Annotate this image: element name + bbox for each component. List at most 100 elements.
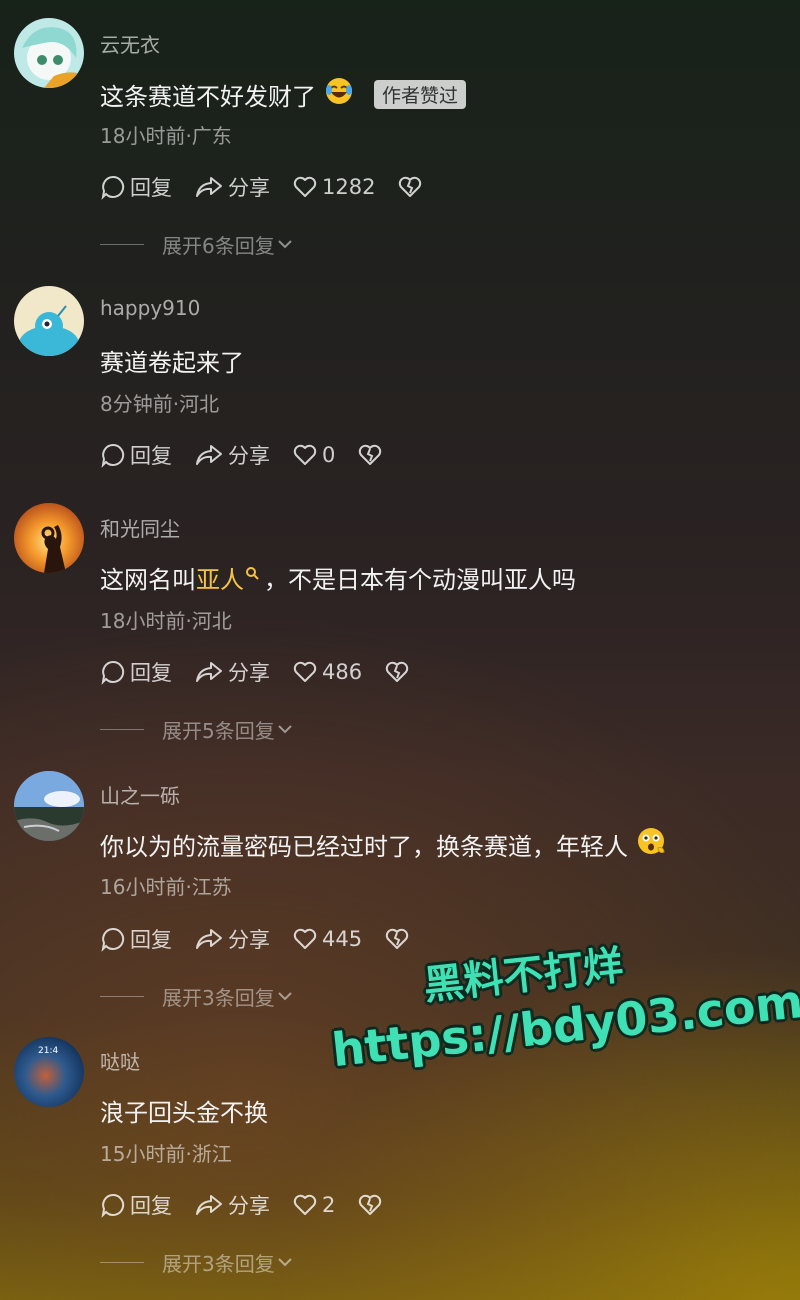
like-count: 2	[322, 1193, 336, 1217]
like-button[interactable]: 1282	[292, 174, 375, 200]
comment-text: 这条赛道不好发财了 作者赞过	[100, 76, 467, 112]
avatar[interactable]	[14, 18, 84, 88]
expand-replies-label: 展开5条回复	[162, 718, 275, 743]
share-arrow-icon	[196, 662, 222, 682]
comment-text-content: 这条赛道不好发财了	[100, 82, 316, 111]
broken-heart-icon	[359, 1194, 382, 1215]
username[interactable]: 云无衣	[100, 29, 160, 58]
expand-replies-button[interactable]: 展开3条回复	[100, 1247, 295, 1277]
chevron-down-icon	[278, 1258, 292, 1267]
reply-button[interactable]: 回复	[100, 1190, 172, 1220]
username[interactable]: 哒哒	[100, 1046, 140, 1075]
laughing-emoji-icon	[324, 76, 354, 112]
avatar[interactable]	[14, 286, 84, 356]
broken-heart-icon	[385, 661, 409, 682]
divider	[100, 243, 144, 245]
comment-text: 赛道卷起来了	[100, 343, 244, 378]
expand-replies-button[interactable]: 展开6条回复	[100, 229, 295, 259]
share-button[interactable]: 分享	[194, 440, 270, 470]
like-count: 486	[322, 660, 363, 684]
reply-label: 回复	[130, 1194, 172, 1218]
dislike-button[interactable]	[397, 174, 427, 200]
share-arrow-icon	[196, 1195, 222, 1215]
dislike-button[interactable]	[384, 659, 414, 685]
chevron-down-icon	[278, 240, 292, 249]
reply-button[interactable]: 回复	[100, 924, 172, 954]
heart-icon	[293, 176, 317, 197]
watermark: 黑料不打烊 https://bdy03.com	[310, 886, 800, 1084]
share-arrow-icon	[196, 445, 222, 465]
search-icon[interactable]	[244, 565, 260, 581]
reply-label: 回复	[130, 661, 172, 685]
comment-actions: 回复 分享 486	[100, 657, 436, 687]
username[interactable]: happy910	[100, 296, 200, 320]
comment-text-content: 浪子回头金不换	[100, 1099, 268, 1127]
username[interactable]: 山之一砾	[100, 780, 180, 809]
broken-heart-icon	[399, 176, 422, 197]
share-button[interactable]: 分享	[194, 657, 270, 687]
avatar[interactable]: 21:4	[14, 1037, 84, 1107]
comment-text-after: ，不是日本有个动漫叫亚人吗	[264, 566, 576, 594]
share-label: 分享	[228, 1194, 270, 1218]
comment-text-before: 这网名叫	[100, 566, 196, 594]
like-button[interactable]: 486	[292, 659, 362, 685]
author-liked-badge: 作者赞过	[374, 79, 467, 109]
comment-text: 这网名叫 亚人 ，不是日本有个动漫叫亚人吗	[100, 560, 576, 595]
comment-actions: 回复 分享 0	[100, 440, 409, 470]
comment-text-content: 你以为的流量密码已经过时了，换条赛道，年轻人	[100, 832, 628, 861]
share-arrow-icon	[196, 177, 222, 197]
reply-button[interactable]: 回复	[100, 657, 172, 687]
comment-meta: 15小时前·浙江	[100, 1142, 232, 1166]
expand-replies-label: 展开6条回复	[162, 233, 275, 258]
flushed-emoji-icon	[636, 826, 666, 862]
divider	[100, 995, 144, 997]
broken-heart-icon	[359, 444, 382, 465]
reply-bubble-icon	[101, 660, 125, 685]
share-arrow-icon	[196, 929, 222, 949]
like-count: 1282	[322, 175, 376, 199]
expand-replies-button[interactable]: 展开5条回复	[100, 714, 295, 744]
username[interactable]: 和光同尘	[100, 513, 180, 542]
chevron-down-icon	[278, 992, 292, 1001]
search-link[interactable]: 亚人	[196, 560, 244, 595]
avatar[interactable]	[14, 503, 84, 573]
reply-button[interactable]: 回复	[100, 440, 172, 470]
heart-icon	[293, 444, 317, 465]
expand-replies-button[interactable]: 展开3条回复	[100, 981, 295, 1011]
share-label: 分享	[228, 928, 270, 952]
dislike-button[interactable]	[357, 442, 387, 468]
reply-button[interactable]: 回复	[100, 172, 172, 202]
avatar[interactable]	[14, 771, 84, 841]
comment-meta: 8分钟前·河北	[100, 392, 220, 416]
chevron-down-icon	[278, 725, 292, 734]
share-button[interactable]: 分享	[194, 172, 270, 202]
share-label: 分享	[228, 176, 270, 200]
share-button[interactable]: 分享	[194, 1190, 270, 1220]
reply-label: 回复	[130, 928, 172, 952]
comment-text: 浪子回头金不换	[100, 1093, 268, 1128]
reply-bubble-icon	[101, 1193, 125, 1218]
divider	[100, 728, 144, 730]
heart-icon	[293, 661, 317, 682]
reply-label: 回复	[130, 444, 172, 468]
svg-text:21:4: 21:4	[38, 1046, 58, 1056]
reply-label: 回复	[130, 176, 172, 200]
comment-text-content: 赛道卷起来了	[100, 349, 244, 377]
expand-replies-label: 展开3条回复	[162, 1251, 275, 1276]
comment-text: 你以为的流量密码已经过时了，换条赛道，年轻人	[100, 826, 666, 862]
share-button[interactable]: 分享	[194, 924, 270, 954]
dislike-button[interactable]	[357, 1192, 387, 1218]
heart-icon	[293, 1194, 317, 1215]
comment-meta: 18小时前·河北	[100, 609, 232, 633]
like-button[interactable]: 0	[292, 442, 335, 468]
share-label: 分享	[228, 661, 270, 685]
reply-bubble-icon	[101, 443, 125, 468]
share-label: 分享	[228, 444, 270, 468]
comment-actions: 回复 分享 2	[100, 1190, 409, 1220]
expand-replies-label: 展开3条回复	[162, 985, 275, 1010]
reply-bubble-icon	[101, 175, 125, 200]
comment-actions: 回复 分享 1282	[100, 172, 449, 202]
comment-meta: 16小时前·江苏	[100, 875, 232, 899]
reply-bubble-icon	[101, 927, 125, 952]
like-button[interactable]: 2	[292, 1192, 335, 1218]
